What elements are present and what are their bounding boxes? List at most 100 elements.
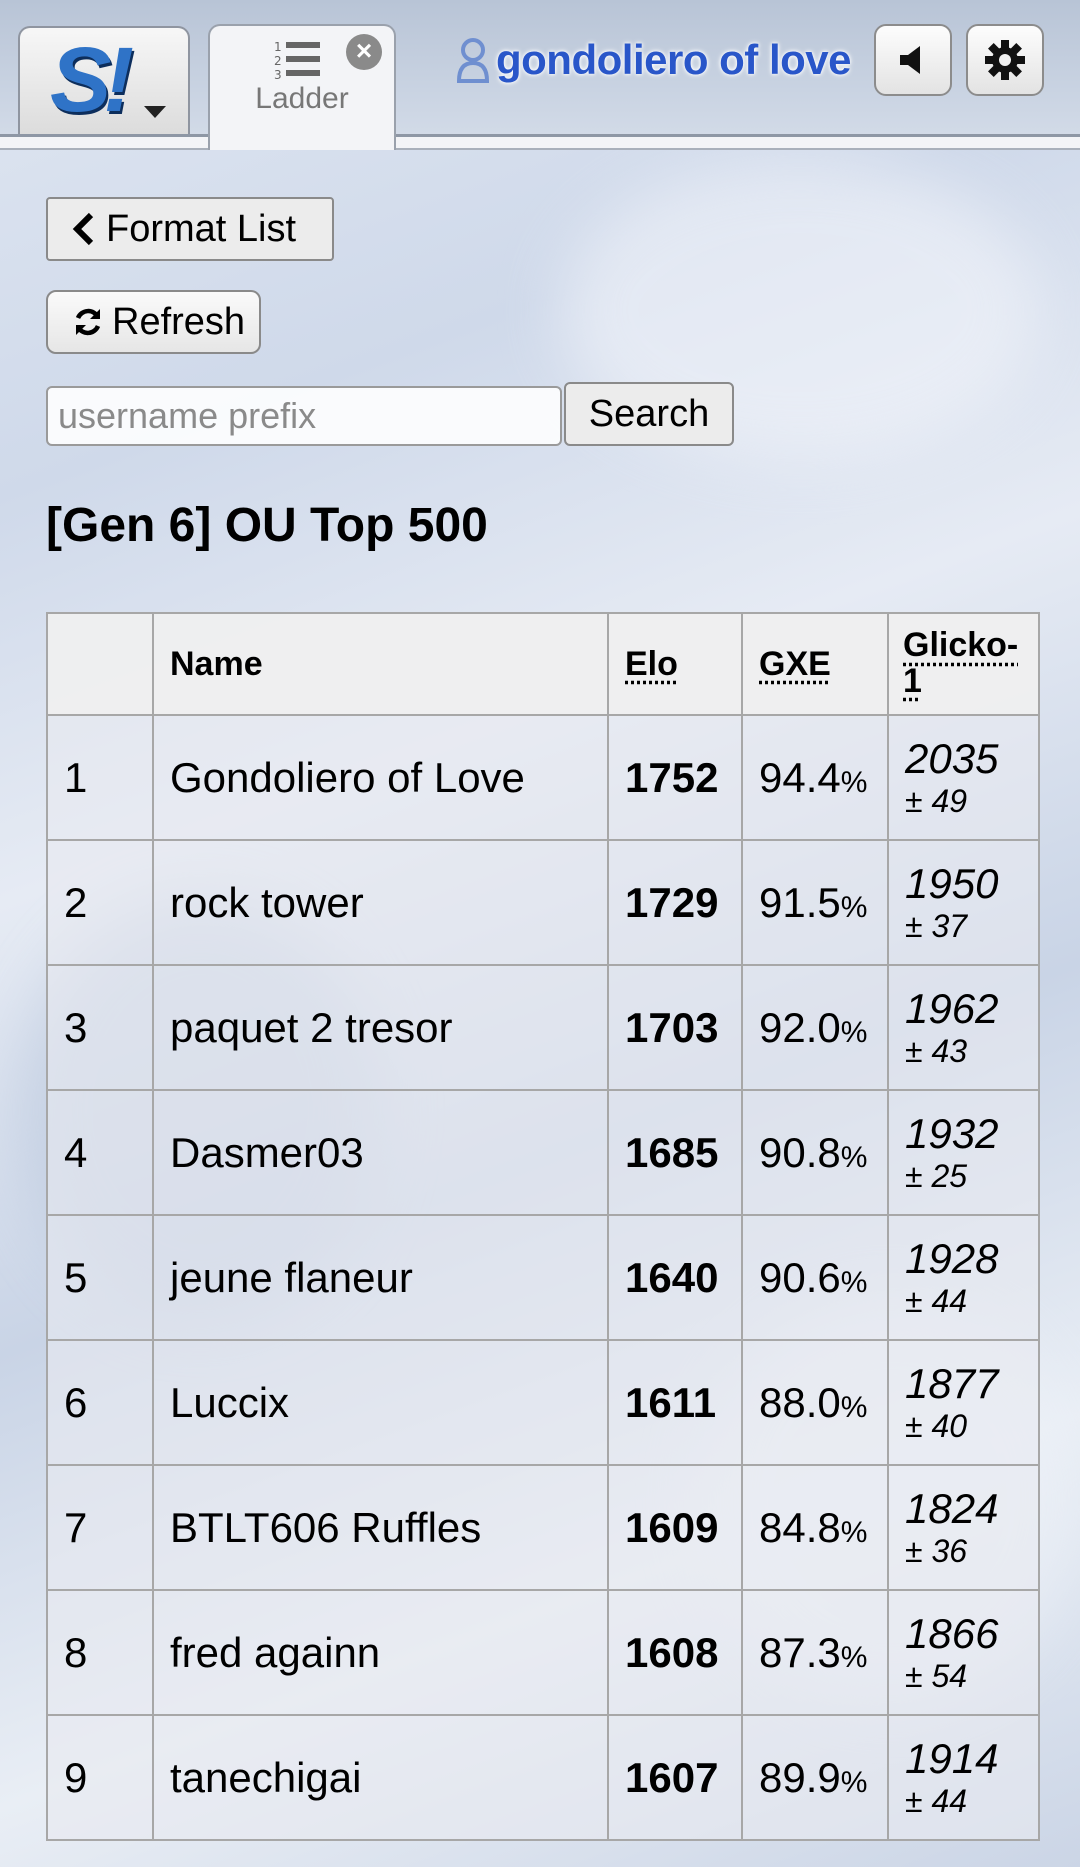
rank-cell: 7 — [46, 1464, 154, 1591]
gxe-cell: 91.5% — [741, 839, 889, 966]
rank-cell: 2 — [46, 839, 154, 966]
settings-button[interactable] — [966, 24, 1044, 96]
glicko-cell: 1950 ± 37 — [887, 839, 1040, 966]
elo-cell: 1608 — [607, 1589, 743, 1716]
gxe-value: 90.6 — [759, 1253, 841, 1301]
elo-column-header[interactable]: Elo — [607, 612, 743, 716]
glicko-cell: 1824 ± 36 — [887, 1464, 1040, 1591]
rank-cell: 3 — [46, 964, 154, 1091]
gxe-unit: % — [840, 890, 868, 924]
gxe-value: 90.8 — [759, 1128, 841, 1176]
glicko-cell: 1866 ± 54 — [887, 1589, 1040, 1716]
gxe-unit: % — [840, 1015, 868, 1049]
dropdown-caret-icon — [144, 106, 166, 118]
glicko-cell: 1932 ± 25 — [887, 1089, 1040, 1216]
glicko-cell: 1914 ± 44 — [887, 1714, 1040, 1841]
elo-cell: 1611 — [607, 1339, 743, 1466]
showdown-logo: S! — [50, 29, 134, 131]
speaker-icon — [900, 46, 920, 74]
glicko-deviation: ± 44 — [905, 1783, 968, 1820]
rank-cell: 1 — [46, 714, 154, 841]
svg-text:1: 1 — [274, 40, 282, 54]
table-row: 3 paquet 2 tresor 1703 92.0% 1962 ± 43 — [46, 964, 1040, 1091]
gxe-unit: % — [840, 1140, 868, 1174]
glicko-column-header[interactable]: Glicko-1 — [887, 612, 1040, 716]
gxe-cell: 87.3% — [741, 1589, 889, 1716]
rank-cell: 6 — [46, 1339, 154, 1466]
glicko-deviation: ± 43 — [905, 1033, 968, 1070]
glicko-rating: 1928 — [905, 1234, 999, 1282]
glicko-rating: 1824 — [905, 1484, 999, 1532]
player-name-cell[interactable]: BTLT606 Ruffles — [152, 1464, 609, 1591]
gxe-unit: % — [840, 1390, 868, 1424]
username[interactable]: gondoliero of love — [496, 36, 852, 84]
elo-cell: 1752 — [607, 714, 743, 841]
refresh-button[interactable]: Refresh — [46, 290, 261, 354]
gxe-value: 89.9 — [759, 1753, 841, 1801]
gxe-cell: 90.8% — [741, 1089, 889, 1216]
username-search-input[interactable] — [46, 386, 562, 446]
rank-cell: 4 — [46, 1089, 154, 1216]
table-header-row: Name Elo GXE Glicko-1 — [46, 612, 1040, 716]
user-icon — [456, 38, 490, 83]
gxe-cell: 94.4% — [741, 714, 889, 841]
sound-button[interactable] — [874, 24, 952, 96]
glicko-cell: 2035 ± 49 — [887, 714, 1040, 841]
gxe-unit: % — [840, 1640, 868, 1674]
glicko-rating: 1950 — [905, 859, 999, 907]
page-title: [Gen 6] OU Top 500 — [46, 499, 488, 552]
ladder-table: Name Elo GXE Glicko-1 1 Gondoliero of Lov… — [46, 612, 1040, 1841]
format-list-label: Format List — [106, 207, 297, 250]
player-name-cell[interactable]: Dasmer03 — [152, 1089, 609, 1216]
glicko-deviation: ± 44 — [905, 1283, 968, 1320]
tab-ladder[interactable]: 1 2 3 Ladder × — [208, 24, 396, 150]
elo-header-label: Elo — [625, 644, 678, 683]
table-row: 9 tanechigai 1607 89.9% 1914 ± 44 — [46, 1714, 1040, 1841]
player-name-cell[interactable]: jeune flaneur — [152, 1214, 609, 1341]
elo-cell: 1685 — [607, 1089, 743, 1216]
table-row: 5 jeune flaneur 1640 90.6% 1928 ± 44 — [46, 1214, 1040, 1341]
user-profile-link[interactable]: gondoliero of love — [456, 30, 852, 90]
player-name-cell[interactable]: Gondoliero of Love — [152, 714, 609, 841]
player-name-cell[interactable]: tanechigai — [152, 1714, 609, 1841]
tab-ladder-label: Ladder — [255, 82, 349, 115]
player-name-cell[interactable]: paquet 2 tresor — [152, 964, 609, 1091]
player-name-cell[interactable]: Luccix — [152, 1339, 609, 1466]
table-row: 6 Luccix 1611 88.0% 1877 ± 40 — [46, 1339, 1040, 1466]
elo-cell: 1703 — [607, 964, 743, 1091]
player-name-cell[interactable]: fred againn — [152, 1589, 609, 1716]
gxe-unit: % — [840, 765, 868, 799]
glicko-cell: 1928 ± 44 — [887, 1214, 1040, 1341]
gxe-value: 92.0 — [759, 1003, 841, 1051]
gxe-unit: % — [840, 1765, 868, 1799]
player-name-cell[interactable]: rock tower — [152, 839, 609, 966]
elo-cell: 1609 — [607, 1464, 743, 1591]
close-tab-icon[interactable]: × — [346, 34, 382, 70]
gxe-cell: 90.6% — [741, 1214, 889, 1341]
search-button[interactable]: Search — [564, 382, 734, 446]
gxe-value: 91.5 — [759, 878, 841, 926]
main-menu-tab[interactable]: S! — [18, 26, 190, 134]
svg-text:2: 2 — [274, 54, 282, 68]
gxe-column-header[interactable]: GXE — [741, 612, 889, 716]
header-divider — [0, 134, 1080, 150]
glicko-deviation: ± 37 — [905, 908, 968, 945]
rank-cell: 9 — [46, 1714, 154, 1841]
name-column-header: Name — [152, 612, 609, 716]
gxe-cell: 92.0% — [741, 964, 889, 1091]
gxe-cell: 84.8% — [741, 1464, 889, 1591]
glicko-rating: 2035 — [905, 734, 999, 782]
gxe-header-label: GXE — [759, 644, 831, 683]
format-list-button[interactable]: Format List — [46, 197, 334, 261]
gxe-cell: 88.0% — [741, 1339, 889, 1466]
glicko-deviation: ± 54 — [905, 1658, 968, 1695]
elo-cell: 1640 — [607, 1214, 743, 1341]
glicko-rating: 1932 — [905, 1109, 999, 1157]
glicko-header-label: Glicko-1 — [903, 626, 1019, 700]
gxe-value: 94.4 — [759, 753, 841, 801]
gxe-cell: 89.9% — [741, 1714, 889, 1841]
elo-cell: 1729 — [607, 839, 743, 966]
glicko-rating: 1866 — [905, 1609, 999, 1657]
refresh-label: Refresh — [112, 300, 246, 343]
glicko-rating: 1914 — [905, 1734, 999, 1782]
